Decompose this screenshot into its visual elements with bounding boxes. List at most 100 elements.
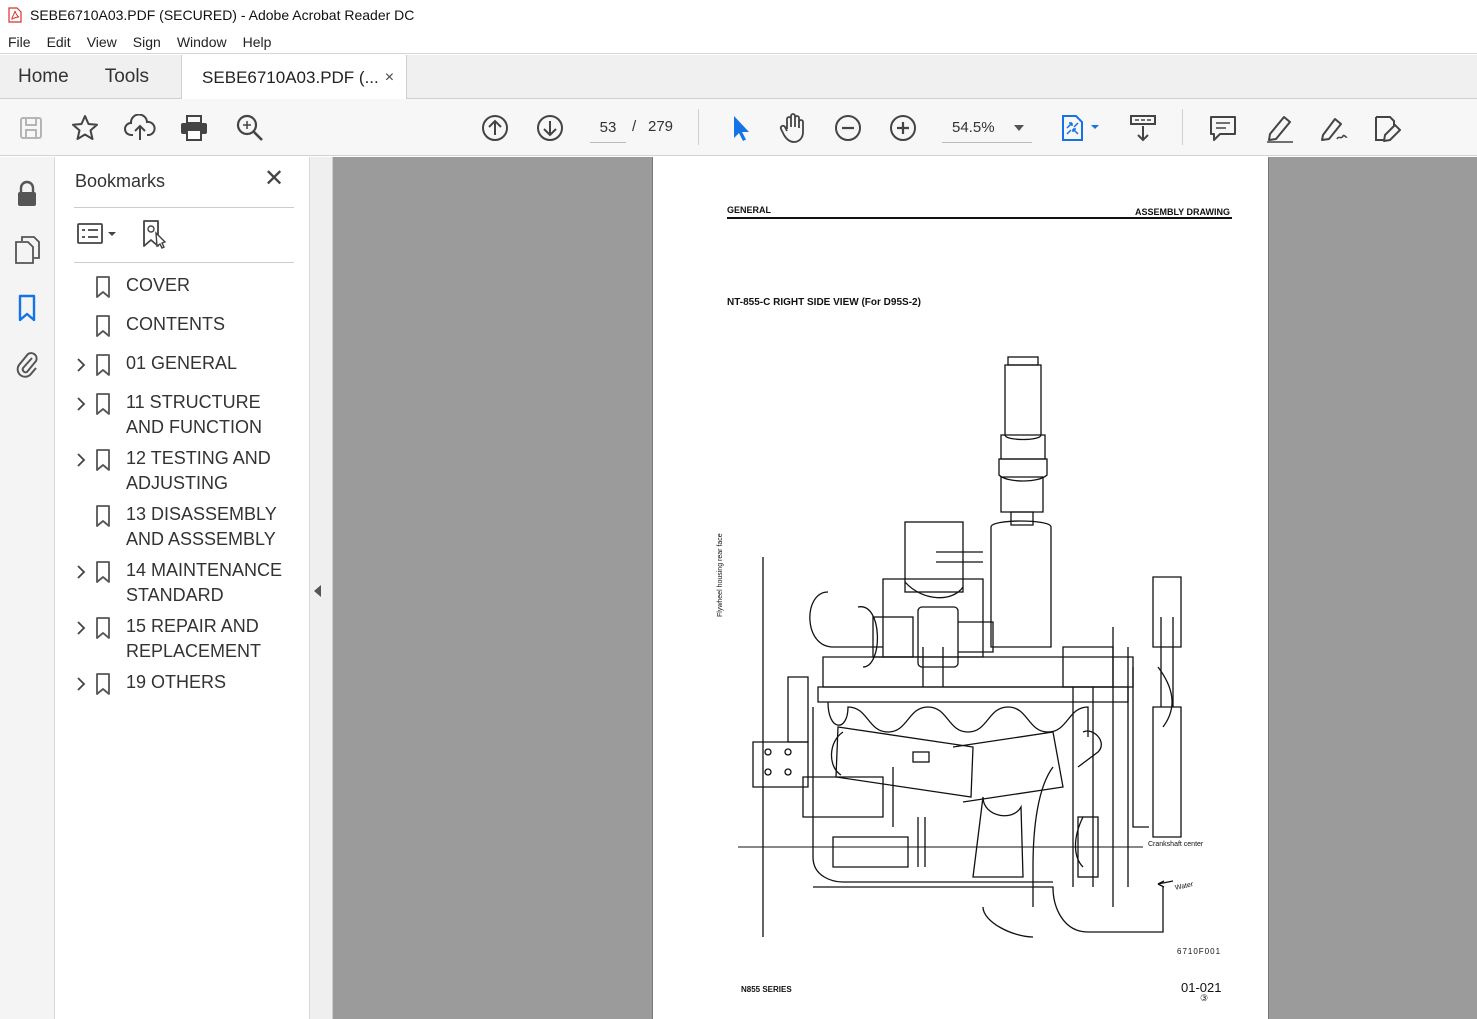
page-up-icon[interactable] (478, 111, 512, 145)
scroll-mode-icon[interactable] (1126, 111, 1160, 145)
bookmark-label: 15 REPAIR AND REPLACEMENT (126, 616, 262, 661)
divider (74, 262, 294, 263)
flywheel-label: Flywheel housing rear face (717, 533, 724, 617)
pages-icon[interactable] (10, 233, 44, 267)
bookmark-item-general[interactable]: 01 GENERAL (56, 351, 296, 376)
chevron-right-icon[interactable] (70, 351, 92, 376)
menu-edit[interactable]: Edit (39, 34, 79, 50)
bookmark-icon (92, 670, 114, 695)
header-rule (727, 217, 1232, 219)
select-cursor-icon[interactable] (722, 111, 756, 145)
bookmark-item-maintenance[interactable]: 14 MAINTENANCE STANDARD (56, 558, 296, 608)
bookmark-options-button[interactable] (76, 219, 120, 249)
chevron-placeholder (70, 312, 92, 337)
attachments-icon[interactable] (10, 347, 44, 381)
more-tools-icon[interactable] (1370, 111, 1404, 145)
bookmark-label: CONTENTS (126, 314, 225, 334)
page-header-right: ASSEMBLY DRAWING (1134, 207, 1230, 217)
bookmark-label: 12 TESTING AND ADJUSTING (126, 448, 271, 493)
bookmark-label: 19 OTHERS (126, 672, 227, 692)
bookmark-item-testing[interactable]: 12 TESTING AND ADJUSTING (56, 446, 296, 496)
bookmark-icon (92, 312, 114, 337)
bookmark-item-disassembly[interactable]: 13 DISASSEMBLY AND ASSSEMBLY (56, 502, 296, 552)
upload-cloud-icon[interactable] (123, 111, 157, 145)
engine-drawing (738, 356, 1182, 938)
comment-icon[interactable] (1206, 111, 1240, 145)
page-down-icon[interactable] (533, 111, 567, 145)
window-title: SEBE6710A03.PDF (SECURED) - Adobe Acroba… (30, 7, 415, 23)
divider (74, 207, 294, 208)
main-toolbar: 53 / 279 54.5% (0, 99, 1477, 156)
bookmark-icon (92, 351, 114, 376)
zoom-level-value: 54.5% (952, 119, 995, 136)
revision-mark: ③ (1200, 993, 1209, 1003)
bookmark-item-cover[interactable]: COVER (56, 273, 296, 298)
menu-help[interactable]: Help (235, 34, 280, 50)
tab-document[interactable]: SEBE6710A03.PDF (... × (181, 55, 408, 100)
bookmark-icon (92, 558, 114, 608)
bookmark-item-structure[interactable]: 11 STRUCTURE AND FUNCTION (56, 390, 296, 440)
fill-sign-icon[interactable] (1316, 111, 1350, 145)
menu-view[interactable]: View (79, 34, 125, 50)
page-footer-left: N855 SERIES (741, 985, 792, 994)
bookmarks-icon[interactable] (10, 291, 44, 325)
tab-tools[interactable]: Tools (87, 55, 167, 98)
page-fit-icon[interactable] (1056, 111, 1106, 145)
zoom-in-icon[interactable] (886, 111, 920, 145)
chevron-placeholder (70, 273, 92, 298)
panel-title: Bookmarks (75, 171, 166, 191)
bookmark-label: COVER (126, 275, 191, 295)
chevron-right-icon[interactable] (70, 558, 92, 608)
menu-file[interactable]: File (0, 34, 39, 50)
bookmark-icon (92, 390, 114, 440)
bookmark-label: 14 MAINTENANCE STANDARD (126, 560, 283, 605)
menu-bar: File Edit View Sign Window Help (0, 30, 1477, 54)
figure-title: NT-855-C RIGHT SIDE VIEW (For D95S-2) (727, 297, 921, 308)
bookmark-item-contents[interactable]: CONTENTS (56, 312, 296, 337)
menu-sign[interactable]: Sign (125, 34, 169, 50)
bookmark-item-repair[interactable]: 15 REPAIR AND REPLACEMENT (56, 614, 296, 664)
collapse-panel-icon[interactable] (314, 585, 321, 597)
zoom-level-select[interactable]: 54.5% (942, 113, 1032, 143)
page-header-left: GENERAL (727, 205, 772, 215)
find-zoom-icon[interactable] (233, 111, 267, 145)
tab-document-label: SEBE6710A03.PDF (... (202, 67, 379, 87)
tab-close-icon[interactable]: × (385, 69, 394, 87)
chevron-right-icon[interactable] (70, 614, 92, 664)
new-bookmark-icon[interactable] (140, 219, 170, 249)
navigation-rail (0, 157, 55, 1019)
title-bar: SEBE6710A03.PDF (SECURED) - Adobe Acroba… (0, 0, 1477, 30)
page-separator: / (632, 118, 637, 135)
chevron-right-icon[interactable] (70, 670, 92, 695)
toolbar-divider (1182, 109, 1183, 145)
bookmark-item-others[interactable]: 19 OTHERS (56, 670, 296, 695)
highlight-pen-icon[interactable] (1262, 111, 1296, 145)
bookmark-icon (92, 614, 114, 664)
bookmark-label: 11 STRUCTURE AND FUNCTION (126, 392, 262, 437)
crankshaft-label: Crankshaft center (1148, 841, 1204, 848)
chevron-right-icon[interactable] (70, 390, 92, 440)
menu-window[interactable]: Window (169, 34, 235, 50)
chevron-right-icon[interactable] (70, 446, 92, 496)
zoom-out-icon[interactable] (831, 111, 865, 145)
figure-code: 6710F001 (1177, 947, 1222, 956)
bookmark-icon (92, 446, 114, 496)
close-icon[interactable]: ✕ (264, 167, 284, 191)
bookmark-label: 13 DISASSEMBLY AND ASSSEMBLY (126, 504, 277, 549)
page-total: 279 (648, 118, 674, 135)
lock-icon[interactable] (10, 177, 44, 211)
chevron-placeholder (70, 502, 92, 552)
tab-bar: Home Tools SEBE6710A03.PDF (... × (0, 55, 1477, 100)
acrobat-pdf-icon (8, 7, 22, 23)
bookmarks-panel: Bookmarks ✕ COVER CONTENTS 01 GENERAL 11… (56, 157, 310, 1019)
pdf-page[interactable]: GENERAL ASSEMBLY DRAWING NT-855-C RIGHT … (652, 157, 1269, 1019)
tab-home[interactable]: Home (0, 55, 87, 98)
save-icon[interactable] (14, 111, 48, 145)
page-number-input[interactable]: 53 (590, 113, 626, 143)
bookmark-icon (92, 502, 114, 552)
chevron-down-icon (1014, 125, 1024, 131)
bookmark-icon (92, 273, 114, 298)
hand-tool-icon[interactable] (776, 111, 810, 145)
print-icon[interactable] (177, 111, 211, 145)
bookmark-star-icon[interactable] (68, 111, 102, 145)
